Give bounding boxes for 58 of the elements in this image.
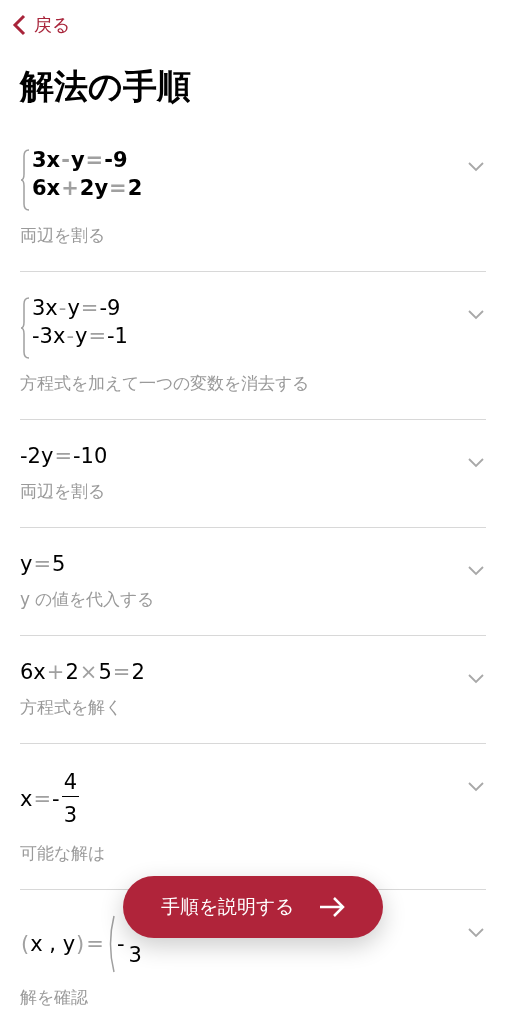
math-term: -1	[107, 324, 128, 348]
math-term: 3x	[32, 148, 61, 172]
operator: )	[76, 930, 85, 958]
math-term: -2y	[20, 444, 54, 468]
operator: +	[61, 176, 79, 200]
operator: +	[46, 660, 65, 684]
math-term: 3x	[32, 296, 58, 320]
math-term: 2y	[79, 176, 109, 200]
back-label: 戻る	[34, 13, 70, 37]
math-term: y	[70, 148, 85, 172]
math-term: y	[67, 296, 80, 320]
fraction: 3	[127, 941, 143, 969]
math-term: -9	[99, 296, 121, 320]
math-term: -9	[104, 148, 128, 172]
math-term: x , y	[30, 930, 76, 958]
back-link[interactable]: 戻る	[12, 13, 70, 37]
operator: =	[109, 176, 127, 200]
step-note: 方程式を加えて一つの変数を消去する	[20, 372, 309, 395]
operator: =	[88, 324, 106, 348]
arrow-right-icon	[317, 896, 346, 918]
step-note: 可能な解は	[20, 841, 105, 865]
operator: =	[54, 444, 72, 468]
step-note: 両辺を割る	[20, 224, 106, 247]
page-title: 解法の手順	[20, 65, 192, 108]
brace-icon	[20, 296, 30, 360]
operator: (	[21, 930, 30, 958]
math-term: 5	[98, 660, 112, 684]
operator: =	[33, 552, 52, 576]
operator: =	[112, 660, 131, 684]
brace-icon	[20, 148, 30, 212]
step-note: y の値を代入する	[20, 588, 155, 611]
step-note: 方程式を解く	[20, 696, 123, 719]
math-term: 2	[65, 660, 79, 684]
math-term: 6x	[20, 660, 46, 684]
math-term: 6x	[32, 176, 61, 200]
operator: =	[33, 785, 52, 813]
fraction: 4 3	[61, 768, 79, 830]
math-term: -	[52, 785, 60, 813]
math-term: y	[74, 324, 88, 348]
math-term: 5	[52, 552, 66, 576]
operator: =	[86, 930, 104, 958]
math-term: -10	[73, 444, 108, 468]
operator: =	[85, 148, 104, 172]
explain-steps-button[interactable]: 手順を説明する	[123, 876, 383, 938]
math-term: x	[20, 785, 33, 813]
math-term: -	[116, 930, 125, 958]
math-term: -3x	[32, 324, 66, 348]
operator: -	[58, 296, 67, 320]
math-term: 2	[131, 660, 145, 684]
step-note: 両辺を割る	[20, 480, 106, 503]
operator: -	[66, 324, 74, 348]
step-note: 解を確認	[20, 985, 89, 1009]
back-chevron-icon	[12, 14, 26, 36]
operator: -	[61, 148, 70, 172]
operator: =	[80, 296, 99, 320]
operator: ×	[79, 660, 98, 684]
math-term: y	[20, 552, 33, 576]
math-term: 2	[127, 176, 143, 200]
